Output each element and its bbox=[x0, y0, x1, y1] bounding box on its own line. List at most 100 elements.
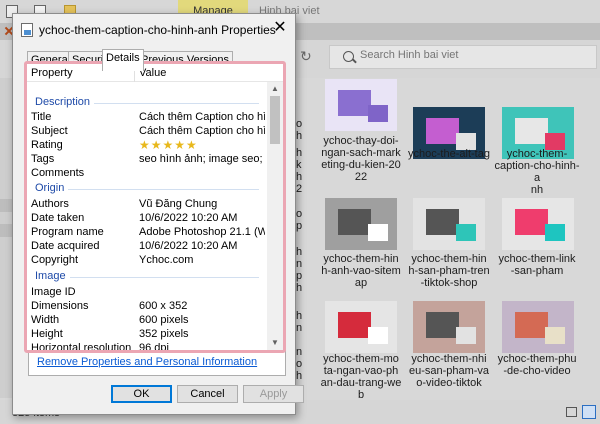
image-file-icon bbox=[21, 23, 33, 37]
property-value: 10/6/2022 10:20 AM bbox=[139, 212, 238, 224]
property-value: Vũ Đăng Chung bbox=[139, 198, 218, 210]
property-value: 600 x 352 bbox=[139, 300, 188, 312]
property-row-title[interactable]: Title Cách thêm Caption cho hình... bbox=[27, 111, 267, 125]
apply-button[interactable]: Apply bbox=[243, 385, 304, 403]
property-value: 10/6/2022 10:20 AM bbox=[139, 240, 238, 252]
dialog-title: ychoc-them-caption-cho-hinh-anh Properti… bbox=[39, 23, 276, 37]
tab-details[interactable]: Details bbox=[102, 49, 144, 71]
file-name: ychoc-them-phu -de-cho-video bbox=[497, 353, 577, 377]
thumbnail-accent bbox=[456, 327, 477, 344]
partial-file-name: o bbox=[296, 118, 303, 130]
partial-file-name: o bbox=[296, 358, 303, 370]
thumbnail-accent bbox=[368, 327, 389, 344]
property-row-dimensions[interactable]: Dimensions 600 x 352 bbox=[27, 300, 267, 314]
property-name: Comments bbox=[31, 167, 85, 179]
partial-file-name: h bbox=[296, 370, 303, 382]
group-label: Description bbox=[35, 96, 95, 108]
property-name: Subject bbox=[31, 125, 68, 137]
partial-file-name: h bbox=[296, 130, 303, 142]
property-value: Cách thêm Caption cho hình... bbox=[139, 111, 265, 123]
partial-file-name: k bbox=[296, 159, 302, 171]
vertical-scrollbar[interactable]: ▲ ▼ bbox=[267, 82, 283, 350]
property-row-tags[interactable]: Tags seo hình ảnh; image seo; tố... bbox=[27, 153, 267, 167]
property-list[interactable]: Property Value Description Title Cách th… bbox=[27, 64, 283, 350]
remove-properties-link[interactable]: Remove Properties and Personal Informati… bbox=[37, 356, 257, 368]
property-name: Dimensions bbox=[31, 300, 89, 312]
property-row-authors[interactable]: Authors Vũ Đăng Chung bbox=[27, 198, 267, 212]
thumbnail-art bbox=[514, 312, 549, 339]
property-row-rating[interactable]: Rating ★★★★★ bbox=[27, 139, 267, 153]
file-thumbnail bbox=[325, 301, 397, 353]
property-name: Date acquired bbox=[31, 240, 100, 252]
partial-file-name: n bbox=[296, 322, 303, 334]
property-row-copyright[interactable]: Copyright Ychoc.com bbox=[27, 254, 267, 268]
close-button[interactable]: ✕ bbox=[267, 18, 293, 38]
property-name: Copyright bbox=[31, 254, 79, 266]
property-name: Image ID bbox=[31, 286, 76, 298]
group-label: Image bbox=[35, 270, 70, 282]
thumbnail-accent bbox=[368, 105, 389, 122]
group-divider bbox=[35, 189, 259, 190]
ok-button[interactable]: OK bbox=[111, 385, 172, 403]
details-view-icon[interactable] bbox=[566, 407, 577, 417]
file-name: ychoc-them-link -san-pham bbox=[498, 253, 576, 277]
scroll-up-arrow-icon[interactable]: ▲ bbox=[271, 84, 279, 93]
property-value: Adobe Photoshop 21.1 (Wi... bbox=[139, 226, 265, 238]
thumbnail-accent bbox=[545, 224, 566, 241]
group-origin: Origin bbox=[27, 182, 267, 196]
group-description: Description bbox=[27, 96, 267, 110]
search-icon bbox=[343, 51, 354, 62]
thumbnail-art bbox=[425, 118, 460, 145]
search-input[interactable] bbox=[360, 49, 580, 61]
file-name: ychoc-them-mo ta-ngan-vao-ph an-dau-tran… bbox=[320, 353, 402, 401]
file-thumbnail bbox=[325, 198, 397, 250]
property-row-image-id[interactable]: Image ID bbox=[27, 286, 267, 300]
large-icons-view-icon[interactable] bbox=[582, 405, 596, 419]
file-thumbnail bbox=[325, 79, 397, 131]
thumbnail-art bbox=[337, 90, 372, 117]
property-row-date-acquired[interactable]: Date acquired 10/6/2022 10:20 AM bbox=[27, 240, 267, 254]
property-row-width[interactable]: Width 600 pixels bbox=[27, 314, 267, 328]
partial-file-name: n bbox=[296, 258, 303, 270]
property-name: Date taken bbox=[31, 212, 85, 224]
property-row-program-name[interactable]: Program name Adobe Photoshop 21.1 (Wi... bbox=[27, 226, 267, 240]
group-image: Image bbox=[27, 270, 267, 284]
thumbnail-art bbox=[425, 209, 460, 236]
property-row-comments[interactable]: Comments bbox=[27, 167, 267, 181]
property-value: Cách thêm Caption cho hình... bbox=[139, 125, 265, 137]
property-column-header[interactable]: Property bbox=[31, 67, 73, 79]
property-name: Tags bbox=[31, 153, 55, 165]
property-name: Horizontal resolution bbox=[31, 342, 132, 350]
partial-file-name: h bbox=[296, 246, 303, 258]
file-name: ychoc-them- caption-cho-hinh-a nh bbox=[494, 148, 580, 196]
thumbnail-art bbox=[425, 312, 460, 339]
property-name: Rating bbox=[31, 139, 63, 151]
group-label: Origin bbox=[35, 182, 69, 194]
file-name: ychoc-thay-doi- ngan-sach-mark eting-du-… bbox=[321, 135, 401, 183]
property-row-date-taken[interactable]: Date taken 10/6/2022 10:20 AM bbox=[27, 212, 267, 226]
property-row-horizontal-resolution[interactable]: Horizontal resolution 96 dpi bbox=[27, 342, 267, 350]
property-value: 96 dpi bbox=[139, 342, 169, 350]
property-name: Authors bbox=[31, 198, 69, 210]
file-thumbnail bbox=[413, 301, 485, 353]
file-thumbnail bbox=[413, 198, 485, 250]
property-row-subject[interactable]: Subject Cách thêm Caption cho hình... bbox=[27, 125, 267, 139]
file-name: ychoc-the-alt-tag bbox=[408, 148, 490, 160]
partial-file-name: h bbox=[296, 310, 303, 322]
partial-file-name: n bbox=[296, 346, 303, 358]
thumbnail-art bbox=[514, 209, 549, 236]
property-name: Title bbox=[31, 111, 52, 123]
file-name: ychoc-them-nhi eu-san-pham-va o-video-ti… bbox=[408, 353, 490, 389]
thumbnail-accent bbox=[545, 327, 566, 344]
property-row-height[interactable]: Height 352 pixels bbox=[27, 328, 267, 342]
property-name: Width bbox=[31, 314, 60, 326]
partial-file-name: h bbox=[296, 147, 303, 159]
scroll-down-arrow-icon[interactable]: ▼ bbox=[271, 338, 279, 347]
scroll-thumb[interactable] bbox=[270, 96, 280, 144]
star-rating[interactable]: ★★★★★ bbox=[139, 139, 265, 151]
cancel-button[interactable]: Cancel bbox=[177, 385, 238, 403]
partial-file-name: h bbox=[296, 282, 303, 294]
refresh-icon[interactable]: ↻ bbox=[300, 48, 312, 65]
property-value: 352 pixels bbox=[139, 328, 189, 340]
thumbnail-art bbox=[337, 312, 372, 339]
